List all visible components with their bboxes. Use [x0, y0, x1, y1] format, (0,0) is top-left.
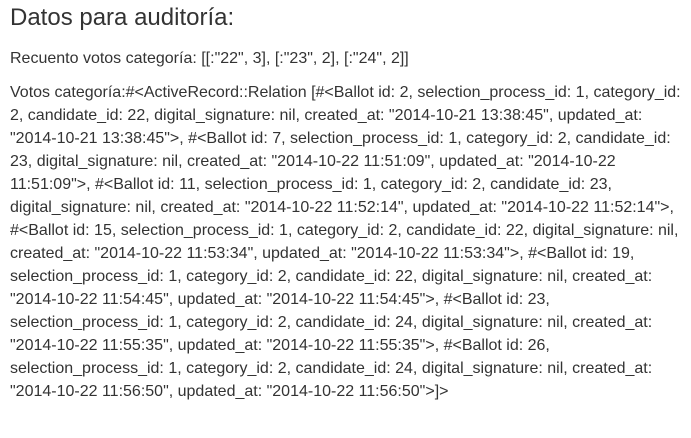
- audit-page: Datos para auditoría: Recuento votos cat…: [0, 5, 691, 403]
- category-vote-count: Recuento votos categoría: [[:"22", 3], […: [10, 50, 409, 67]
- category-votes-dump: Votos categoría:#<ActiveRecord::Relation…: [10, 84, 681, 400]
- page-title: Datos para auditoría:: [10, 4, 235, 31]
